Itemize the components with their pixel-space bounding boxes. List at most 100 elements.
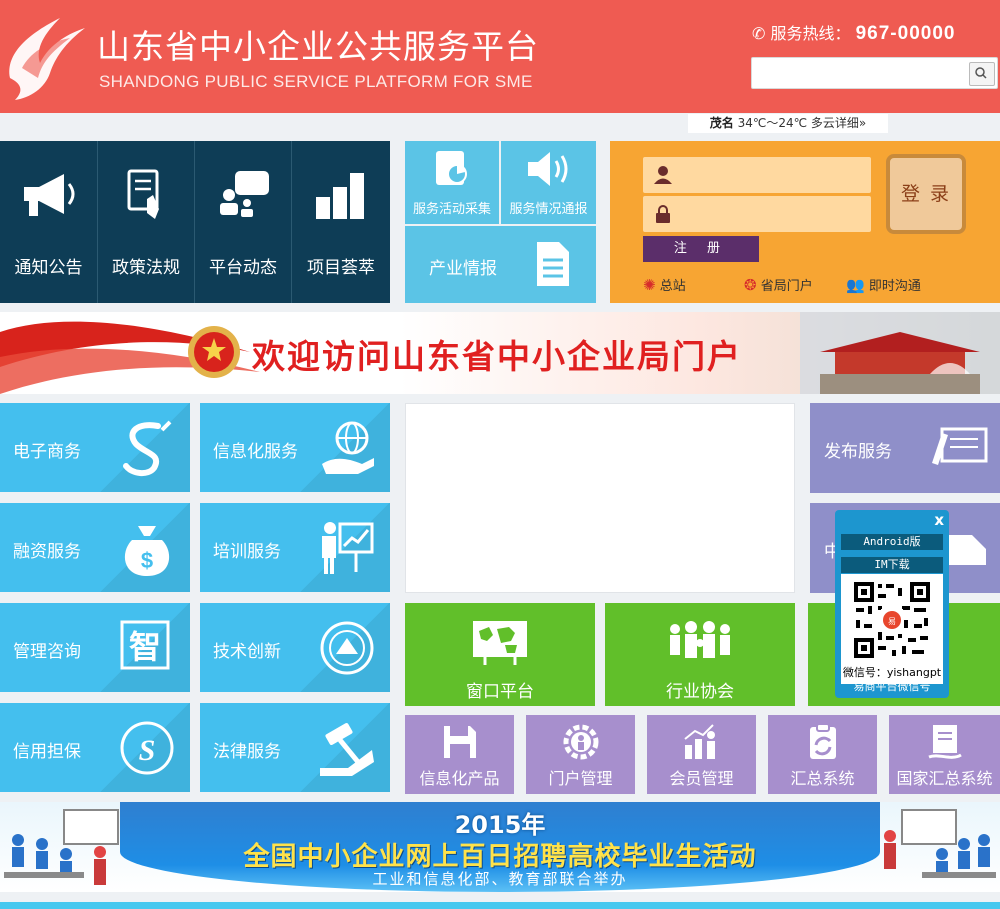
doc-list-icon: [537, 242, 569, 286]
tiananmen-icon: [800, 312, 1000, 394]
weather-widget[interactable]: 茂名 34℃～24℃ 多云详细»: [688, 114, 888, 133]
service-tile-consulting[interactable]: 管理咨询 智: [0, 603, 190, 692]
site-header: 山东省中小企业公共服务平台 SHANDONG PUBLIC SERVICE PL…: [0, 0, 1000, 113]
nav-tile-label: 通知公告: [14, 258, 83, 278]
service-tile-innovation[interactable]: 技术创新: [200, 603, 390, 692]
hotline-label: 服务热线：: [770, 24, 851, 43]
s-seal-icon: S: [120, 721, 174, 775]
tray-icon: [948, 535, 986, 565]
search-button[interactable]: [969, 62, 995, 86]
link-main-site[interactable]: ✺ 总站: [643, 275, 686, 294]
service-tile-credit-guarantee[interactable]: 信用担保 S: [0, 703, 190, 792]
crowd-icon: [670, 621, 730, 658]
register-button[interactable]: 注 册: [643, 236, 759, 262]
quick-tile-service-report[interactable]: 服务情况通报: [501, 141, 596, 224]
clipboard-icon: [810, 723, 836, 759]
speaker-icon: [528, 152, 568, 186]
phone-icon: ✆: [752, 24, 771, 43]
service-tile-legal[interactable]: 法律服务: [200, 703, 390, 792]
svg-text:易: 易: [888, 617, 896, 626]
search-box: [751, 57, 998, 89]
floppy-icon: [444, 726, 476, 758]
quick-tile-industry-intel[interactable]: 产业情报: [405, 226, 596, 303]
login-button[interactable]: 登 录: [886, 154, 966, 234]
site-title: 山东省中小企业公共服务平台: [97, 27, 539, 66]
search-icon: [975, 67, 987, 79]
s-swirl-icon: [123, 420, 172, 476]
money-bag-icon: $: [124, 526, 170, 576]
im-download-link[interactable]: IM下载: [841, 557, 943, 573]
tile-label: 国家汇总系统: [896, 769, 993, 788]
weather-text: 34℃～24℃ 多云详细»: [737, 116, 867, 130]
wechat-qr-code: 易 微信号：yishangpt: [841, 574, 943, 684]
document-hand-icon: [127, 169, 159, 219]
nav-tile-platform-news[interactable]: 平台动态: [195, 141, 292, 303]
wechat-caption: 易商平台微信号: [853, 680, 931, 693]
service-tile-label: 电子商务: [13, 442, 81, 462]
quick-tile-activity-collection[interactable]: 服务活动采集: [405, 141, 499, 224]
service-tile-label: 法律服务: [213, 742, 281, 762]
tile-label: 汇总系统: [790, 769, 855, 788]
nav-tile-label: 政策法规: [112, 258, 180, 278]
tile-label: 信息化产品: [419, 769, 500, 788]
tile-industry-association[interactable]: 行业协会: [605, 603, 795, 706]
service-tile-it-services[interactable]: 信息化服务: [200, 403, 390, 492]
welcome-banner[interactable]: 欢迎访问山东省中小企业局门户: [0, 312, 1000, 394]
service-tile-label: 技术创新: [213, 642, 281, 662]
quick-tile-label: 产业情报: [429, 259, 497, 279]
tile-member-management[interactable]: 会员管理: [647, 715, 756, 794]
quick-tile-label: 服务活动采集: [412, 202, 491, 217]
tile-summary-system[interactable]: 汇总系统: [768, 715, 877, 794]
tile-label: 行业协会: [666, 682, 734, 702]
badge-icon: [320, 621, 374, 675]
content-area: [405, 403, 795, 593]
close-icon[interactable]: x: [934, 511, 944, 529]
tile-label: 会员管理: [669, 769, 734, 788]
tile-portal-management[interactable]: 门户管理: [526, 715, 635, 794]
doc-stack-icon: [928, 725, 962, 759]
svg-text:S: S: [139, 734, 156, 767]
username-input[interactable]: [679, 162, 863, 188]
nav-tile-notices[interactable]: 通知公告: [0, 141, 98, 303]
android-download-link[interactable]: Android版: [841, 534, 943, 550]
service-tile-label: 管理咨询: [13, 642, 81, 662]
hotline-number: 967-00000: [855, 23, 956, 44]
lock-icon: [656, 205, 670, 223]
service-hotline: ✆ 服务热线： 967-00000: [752, 20, 955, 45]
link-label: 总站: [659, 279, 686, 294]
nav-tile-label: 平台动态: [209, 258, 277, 278]
phoenix-logo-icon: [9, 18, 85, 100]
zhi-icon: 智: [120, 620, 170, 670]
chart-doc-icon: [436, 151, 467, 185]
nav-tile-label: 项目荟萃: [307, 258, 375, 278]
service-tile-label: 信息化服务: [213, 442, 298, 462]
link-provincial-portal[interactable]: ❂ 省局门户: [744, 275, 813, 294]
world-map-icon: [473, 621, 527, 665]
tile-it-products[interactable]: 信息化产品: [405, 715, 514, 794]
nav-tile-projects[interactable]: 项目荟萃: [292, 141, 390, 303]
weather-city: 茂名: [709, 116, 734, 130]
link-label: 即时沟通: [868, 279, 921, 294]
password-input[interactable]: [679, 201, 863, 227]
welcome-text: 欢迎访问山东省中小企业局门户: [252, 337, 742, 376]
megaphone-icon: [23, 174, 74, 216]
tile-window-platform[interactable]: 窗口平台: [405, 603, 595, 706]
service-tile-training[interactable]: 培训服务: [200, 503, 390, 592]
chat-people-icon: [220, 171, 269, 217]
password-field-wrapper: [643, 196, 871, 232]
search-input[interactable]: [754, 60, 973, 88]
user-icon: [654, 166, 672, 184]
pen-doc-icon: [932, 427, 988, 465]
recruitment-banner[interactable]: 2015年 全国中小企业网上百日招聘高校毕业生活动 工业和信息化部、教育部联合举…: [0, 802, 1000, 892]
service-tile-financing[interactable]: 融资服务 $: [0, 503, 190, 592]
tile-publish-service[interactable]: 发布服务: [810, 403, 1000, 493]
site-subtitle: SHANDONG PUBLIC SERVICE PLATFORM FOR SME: [99, 72, 533, 91]
gavel-icon: [320, 723, 374, 776]
national-emblem-icon: [188, 326, 240, 378]
qr-code-icon: 易: [852, 580, 932, 660]
nav-tile-policies[interactable]: 政策法规: [98, 141, 195, 303]
wechat-popup: x Android版 IM下载 易 微信号：yishangpt 易商平台微信号: [835, 510, 949, 698]
link-instant-chat[interactable]: 👥 即时沟通: [846, 275, 921, 294]
tile-national-summary-system[interactable]: 国家汇总系统: [889, 715, 1000, 794]
service-tile-ecommerce[interactable]: 电子商务: [0, 403, 190, 492]
